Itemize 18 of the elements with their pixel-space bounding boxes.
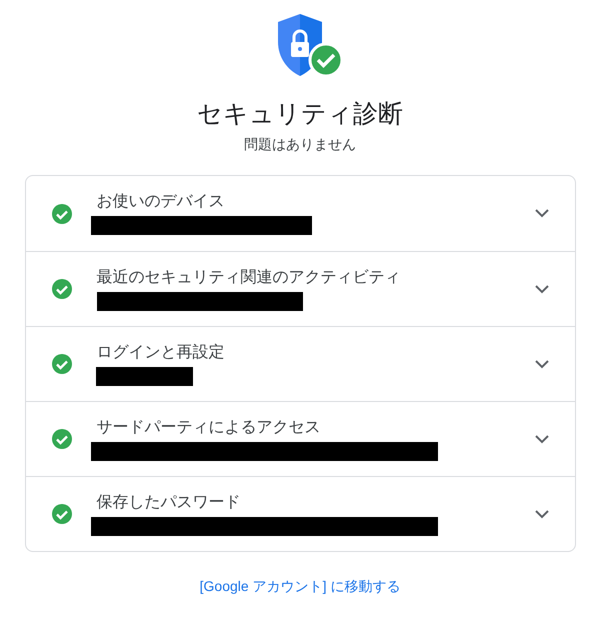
check-circle-icon — [50, 278, 72, 300]
row-label: 最近のセキュリティ関連のアクティビティ — [96, 268, 402, 288]
checkup-row[interactable]: 保存したパスワード — [26, 476, 574, 551]
status-subtitle: 問題はありません — [244, 135, 356, 154]
row-label: ログインと再設定 — [96, 342, 226, 362]
checkup-row[interactable]: サードパーティによるアクセス — [26, 401, 574, 476]
page-title: セキュリティ診断 — [197, 99, 403, 130]
row-label: サードパーティによるアクセス — [96, 418, 322, 438]
checkup-row[interactable]: 最近のセキュリティ関連のアクティビティ — [26, 251, 574, 326]
check-circle-icon — [50, 428, 72, 450]
row-label: 保存したパスワード — [96, 492, 242, 512]
checkup-row[interactable]: お使いのデバイス — [26, 176, 574, 251]
check-circle-icon — [50, 503, 72, 525]
check-circle-icon — [50, 353, 72, 375]
check-circle-icon — [50, 202, 72, 224]
google-account-link[interactable]: [Google アカウント] に移動する — [200, 576, 400, 597]
checkup-row[interactable]: ログインと再設定 — [26, 326, 574, 401]
row-label: お使いのデバイス — [96, 192, 226, 212]
